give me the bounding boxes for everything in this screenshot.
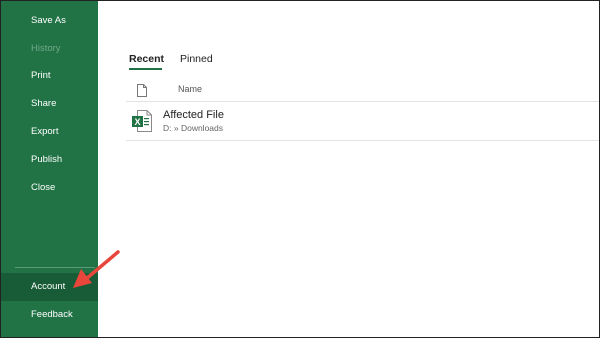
sidebar-item-export[interactable]: Export [1,118,98,146]
document-icon [137,84,147,102]
tab-recent-label: Recent [129,53,165,65]
svg-text:X: X [134,117,140,127]
sidebar-item-feedback[interactable]: Feedback [1,301,98,329]
file-path: D: » Downloads [163,123,224,133]
main-content: Recent Pinned Name X Affected File D: » … [98,1,599,337]
excel-file-icon: X [132,110,152,132]
tab-pinned[interactable]: Pinned [180,53,213,65]
tab-recent[interactable]: Recent [129,53,165,70]
sidebar-item-close[interactable]: Close [1,174,98,202]
sidebar-item-publish[interactable]: Publish [1,146,98,174]
sidebar-item-share[interactable]: Share [1,90,98,118]
window-frame: Save As History Print Share Export Publi… [0,0,600,338]
sidebar-item-print[interactable]: Print [1,62,98,90]
sidebar-item-save-as[interactable]: Save As [1,7,98,35]
tab-active-underline [129,68,162,70]
sidebar-divider [15,267,95,268]
sidebar-item-history: History [31,43,61,54]
file-list-header: Name [126,81,599,102]
sidebar-item-account[interactable]: Account [1,273,98,301]
file-row[interactable]: X Affected File D: » Downloads [126,102,599,141]
column-header-name[interactable]: Name [178,84,202,94]
file-name: Affected File [163,109,224,121]
backstage-sidebar: Save As History Print Share Export Publi… [1,1,98,337]
